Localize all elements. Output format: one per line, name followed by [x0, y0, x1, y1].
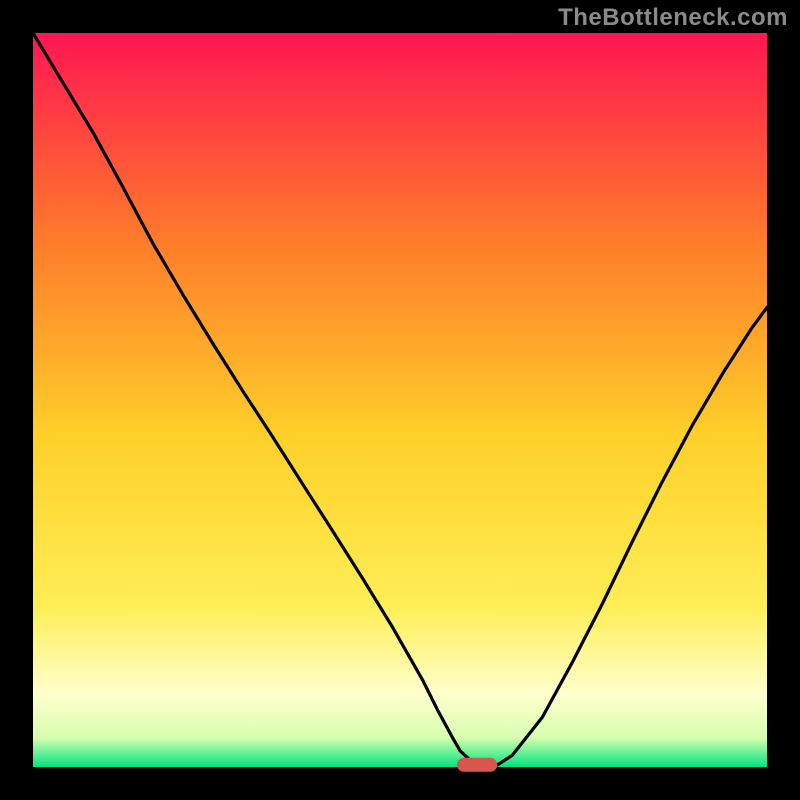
- gradient-background: [33, 33, 767, 767]
- watermark-text: TheBottleneck.com: [558, 4, 788, 32]
- bottleneck-chart: [0, 0, 800, 800]
- chart-frame: { "watermark": "TheBottleneck.com", "col…: [0, 0, 800, 800]
- optimal-marker: [457, 758, 497, 772]
